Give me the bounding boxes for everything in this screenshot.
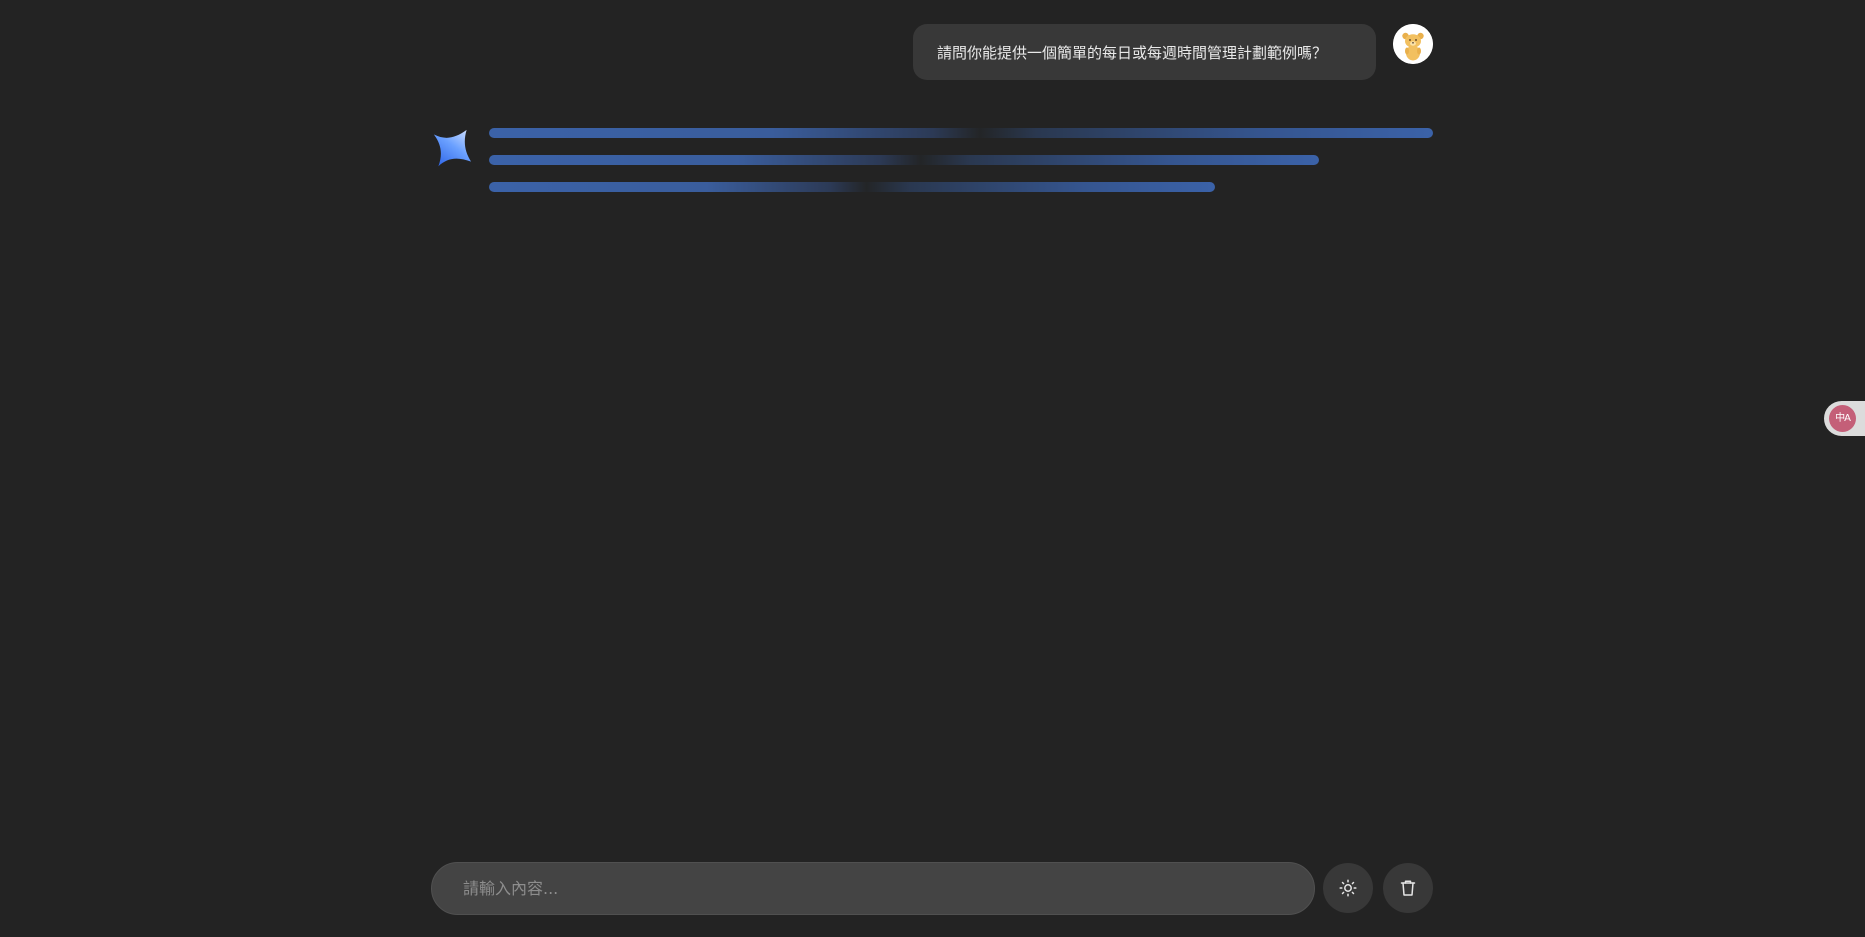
sparkle-icon xyxy=(433,129,472,167)
chat-page: 請問你能提供一個簡單的每日或每週時間管理計劃範例嗎？ 中A 請輸入內容... xyxy=(0,0,1865,937)
user-message-bubble: 請問你能提供一個簡單的每日或每週時間管理計劃範例嗎？ xyxy=(913,24,1376,80)
translate-widget[interactable]: 中A xyxy=(1824,401,1865,436)
sun-icon xyxy=(1339,879,1357,897)
trash-icon xyxy=(1400,880,1416,896)
loading-line-2 xyxy=(489,155,1319,165)
clear-conversation-button[interactable] xyxy=(1383,863,1433,913)
theme-toggle-button[interactable] xyxy=(1323,863,1373,913)
user-message-text: 請問你能提供一個簡單的每日或每週時間管理計劃範例嗎？ xyxy=(937,43,1328,62)
loading-line-3 xyxy=(489,182,1215,192)
loading-line-1 xyxy=(489,128,1433,138)
message-input[interactable] xyxy=(431,862,1315,915)
translate-icon: 中A xyxy=(1829,405,1856,432)
bear-avatar-icon xyxy=(1393,24,1433,64)
